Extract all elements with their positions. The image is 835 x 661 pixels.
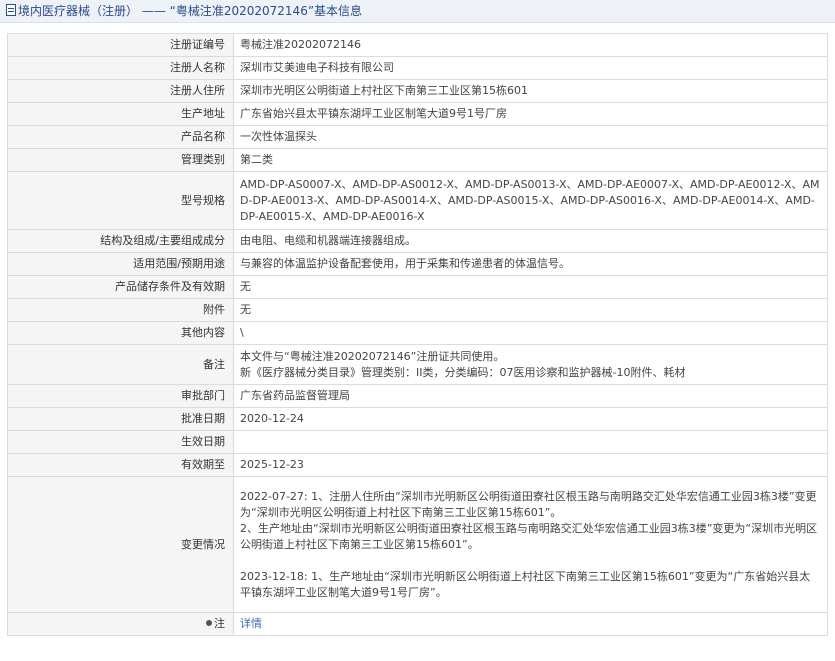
row-label: 生效日期 — [7, 430, 234, 454]
row-value: 本文件与“粤械注准20202072146”注册证共同使用。 新《医疗器械分类目录… — [233, 344, 828, 385]
table-row: 注册证编号 粤械注准20202072146 — [7, 33, 828, 57]
info-table: 注册证编号 粤械注准20202072146 注册人名称 深圳市艾美迪电子科技有限… — [7, 33, 828, 636]
row-value: 深圳市光明区公明街道上村社区下南第三工业区第15栋601 — [233, 79, 828, 103]
row-label: 其他内容 — [7, 321, 234, 345]
row-value: 2025-12-23 — [233, 453, 828, 477]
row-value: 深圳市艾美迪电子科技有限公司 — [233, 56, 828, 80]
footer-label: 注 — [7, 612, 234, 636]
row-label: 备注 — [7, 344, 234, 385]
table-row: 注册人名称 深圳市艾美迪电子科技有限公司 — [7, 56, 828, 80]
row-value: 第二类 — [233, 148, 828, 172]
row-value: 由电阻、电缆和机器端连接器组成。 — [233, 229, 828, 253]
table-row: 产品储存条件及有效期 无 — [7, 275, 828, 299]
table-row: 适用范围/预期用途 与兼容的体温监护设备配套使用，用于采集和传递患者的体温信号。 — [7, 252, 828, 276]
row-value: 2020-12-24 — [233, 407, 828, 431]
row-value: 广东省始兴县太平镇东湖坪工业区制笔大道9号1号厂房 — [233, 102, 828, 126]
details-link[interactable]: 详情 — [240, 617, 262, 630]
table-row: 生产地址 广东省始兴县太平镇东湖坪工业区制笔大道9号1号厂房 — [7, 102, 828, 126]
page-title: 境内医疗器械（注册） —— “粤械注准20202072146”基本信息 — [18, 4, 363, 18]
table-row: 变更情况 2022-07-27: 1、注册人住所由“深圳市光明新区公明街道田寮社… — [7, 476, 828, 613]
row-label: 管理类别 — [7, 148, 234, 172]
footer-label-text: 注 — [214, 617, 225, 630]
row-label: 产品储存条件及有效期 — [7, 275, 234, 299]
table-row: 注册人住所 深圳市光明区公明街道上村社区下南第三工业区第15栋601 — [7, 79, 828, 103]
row-value: 2022-07-27: 1、注册人住所由“深圳市光明新区公明街道田寮社区根玉路与… — [233, 476, 828, 613]
table-row: 注 详情 — [7, 612, 828, 636]
table-row: 结构及组成/主要组成成分 由电阻、电缆和机器端连接器组成。 — [7, 229, 828, 253]
row-value: \ — [233, 321, 828, 345]
table-row: 产品名称 一次性体温探头 — [7, 125, 828, 149]
row-value: 无 — [233, 275, 828, 299]
row-label: 批准日期 — [7, 407, 234, 431]
row-label: 型号规格 — [7, 171, 234, 230]
row-value: 无 — [233, 298, 828, 322]
table-row: 批准日期 2020-12-24 — [7, 407, 828, 431]
table-row: 备注 本文件与“粤械注准20202072146”注册证共同使用。 新《医疗器械分… — [7, 344, 828, 385]
row-label: 注册证编号 — [7, 33, 234, 57]
table-row: 生效日期 — [7, 430, 828, 454]
row-label: 适用范围/预期用途 — [7, 252, 234, 276]
row-label: 结构及组成/主要组成成分 — [7, 229, 234, 253]
pin-icon — [206, 620, 212, 626]
table-row: 审批部门 广东省药品监督管理局 — [7, 384, 828, 408]
row-label: 注册人住所 — [7, 79, 234, 103]
table-row: 管理类别 第二类 — [7, 148, 828, 172]
row-value — [233, 430, 828, 454]
row-value: AMD-DP-AS0007-X、AMD-DP-AS0012-X、AMD-DP-A… — [233, 171, 828, 230]
row-value: 一次性体温探头 — [233, 125, 828, 149]
table-row: 有效期至 2025-12-23 — [7, 453, 828, 477]
row-value: 与兼容的体温监护设备配套使用，用于采集和传递患者的体温信号。 — [233, 252, 828, 276]
table-row: 附件 无 — [7, 298, 828, 322]
row-value: 粤械注准20202072146 — [233, 33, 828, 57]
row-label: 产品名称 — [7, 125, 234, 149]
row-value: 广东省药品监督管理局 — [233, 384, 828, 408]
row-label: 生产地址 — [7, 102, 234, 126]
document-icon — [6, 4, 16, 16]
table-row: 型号规格 AMD-DP-AS0007-X、AMD-DP-AS0012-X、AMD… — [7, 171, 828, 230]
table-row: 其他内容 \ — [7, 321, 828, 345]
row-label: 附件 — [7, 298, 234, 322]
row-label: 注册人名称 — [7, 56, 234, 80]
row-label: 有效期至 — [7, 453, 234, 477]
page-header: 境内医疗器械（注册） —— “粤械注准20202072146”基本信息 — [0, 0, 835, 23]
row-label: 变更情况 — [7, 476, 234, 613]
row-label: 审批部门 — [7, 384, 234, 408]
